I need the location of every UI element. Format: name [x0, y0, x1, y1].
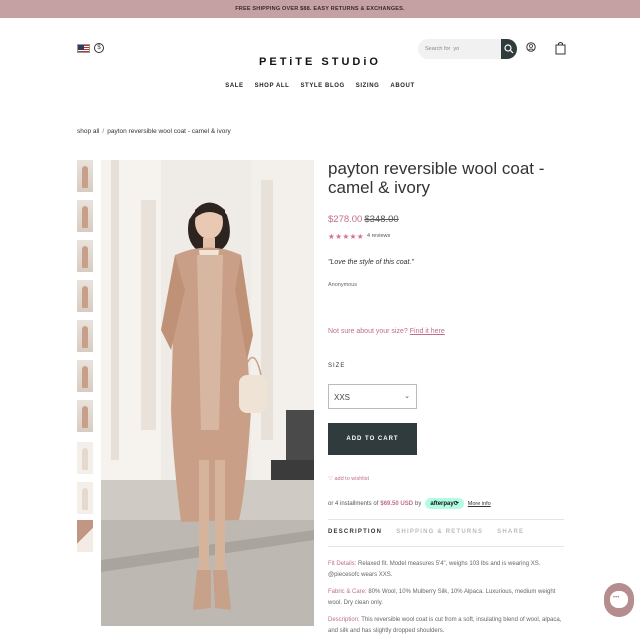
thumbnail-4[interactable] — [77, 280, 93, 312]
description-paragraph: Description: This reversible wool coat i… — [328, 615, 568, 637]
search-icon — [504, 44, 514, 54]
us-flag-icon[interactable] — [77, 44, 90, 53]
installments-amount: $69.50 USD — [380, 500, 414, 507]
chat-icon — [610, 591, 628, 608]
chat-widget-button[interactable] — [604, 583, 634, 617]
add-to-wishlist-link[interactable]: ♡ add to wishlist — [328, 476, 369, 482]
compare-price: $348.00 — [364, 214, 399, 225]
review-author: Anonymous — [328, 282, 358, 288]
rating-stars[interactable]: ★★★★★ — [328, 232, 364, 241]
fit-details-label: Fit Details: — [328, 561, 357, 567]
sale-price: $278.00 — [328, 214, 363, 225]
afterpay-logo: afterpay⟳ — [425, 498, 464, 509]
product-price: $278.00 $348.00 — [328, 214, 399, 225]
search-input[interactable] — [425, 43, 499, 55]
size-select[interactable]: XXS ⌄ — [328, 384, 417, 409]
fabric-care: Fabric & Care: 80% Wool, 10% Mulberry Si… — [328, 587, 568, 609]
product-photo — [101, 160, 314, 626]
breadcrumb-separator: / — [102, 128, 105, 135]
chevron-down-icon: ⌄ — [404, 393, 410, 400]
bag-icon[interactable] — [555, 41, 566, 55]
thumbnail-9[interactable] — [77, 482, 93, 514]
thumbnail-3[interactable] — [77, 240, 93, 272]
thumbnail-8[interactable] — [77, 442, 93, 474]
nav-shop-all[interactable]: SHOP ALL — [255, 83, 290, 89]
review-quote: "Love the style of this coat." — [328, 259, 414, 266]
thumbnail-5[interactable] — [77, 320, 93, 352]
reviews-count[interactable]: 4 reviews — [367, 233, 390, 239]
announcement-bar: FREE SHIPPING OVER $88. EASY RETURNS & E… — [0, 0, 640, 18]
size-hint-text: Not sure about your size? — [328, 328, 408, 335]
description-label: Description: — [328, 617, 360, 623]
thumbnail-6[interactable] — [77, 360, 93, 392]
account-icon[interactable] — [526, 42, 536, 54]
tab-description[interactable]: DESCRIPTION — [328, 529, 382, 535]
afterpay-installments: or 4 installments of $69.50 USD by after… — [328, 498, 491, 509]
tab-shipping-returns[interactable]: SHIPPING & RETURNS — [396, 529, 483, 535]
thumbnail-7[interactable] — [77, 400, 93, 432]
add-to-cart-button[interactable]: ADD TO CART — [328, 423, 417, 455]
nav-about[interactable]: ABOUT — [390, 83, 414, 89]
size-guide-link[interactable]: Find it here — [410, 328, 445, 335]
divider — [328, 546, 564, 547]
afterpay-more-info-link[interactable]: More info — [468, 501, 491, 507]
site-logo[interactable]: PETiTE STUDiO — [0, 56, 640, 68]
installments-by: by — [415, 500, 422, 507]
tab-share[interactable]: SHARE — [497, 529, 524, 535]
thumbnail-swatch[interactable] — [77, 520, 93, 552]
description-text: This reversible wool coat is cut from a … — [328, 617, 562, 634]
fabric-care-label: Fabric & Care: — [328, 589, 367, 595]
product-description: Fit Details: Relaxed fit. Model measures… — [328, 559, 568, 640]
breadcrumb-shop-all[interactable]: shop all — [77, 128, 99, 135]
product-title: payton reversible wool coat - camel & iv… — [328, 159, 545, 197]
size-label: SIZE — [328, 363, 346, 369]
nav-sizing[interactable]: SIZING — [356, 83, 380, 89]
nav-sale[interactable]: SALE — [225, 83, 243, 89]
size-hint: Not sure about your size? Find it here — [328, 328, 445, 335]
divider — [328, 519, 564, 520]
breadcrumb: shop all / payton reversible wool coat - c… — [77, 128, 231, 135]
thumbnail-2[interactable] — [77, 200, 93, 232]
currency-icon[interactable]: $ — [94, 43, 104, 53]
fit-details: Fit Details: Relaxed fit. Model measures… — [328, 559, 568, 581]
thumbnail-1[interactable] — [77, 160, 93, 192]
nav-style-blog[interactable]: STYLE BLOG — [300, 83, 344, 89]
product-tabs: DESCRIPTION SHIPPING & RETURNS SHARE — [328, 529, 524, 535]
size-select-value: XXS — [334, 393, 351, 402]
breadcrumb-current: payton reversible wool coat - camel & iv… — [107, 128, 231, 135]
main-nav: SALE SHOP ALL STYLE BLOG SIZING ABOUT — [0, 83, 640, 89]
fit-details-text: Relaxed fit. Model measures 5'4", weighs… — [328, 561, 541, 578]
installments-prefix: or 4 installments of — [328, 500, 379, 507]
main-product-image[interactable] — [101, 160, 314, 626]
